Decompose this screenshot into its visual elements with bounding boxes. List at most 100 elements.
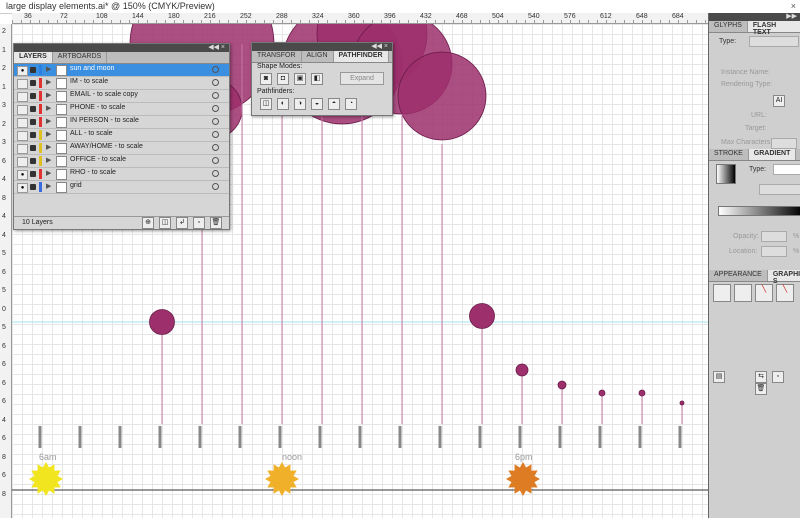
flash-text-panel[interactable]: GLYPHS FLASH TEXT Type: Instance Name: R… — [709, 21, 800, 157]
tab-gradient[interactable]: GRADIENT — [748, 149, 797, 160]
pathfinder-panel-titlebar[interactable]: ◀◀ × — [252, 43, 392, 51]
intersect-icon[interactable]: ▣ — [294, 73, 306, 85]
target-icon[interactable] — [212, 92, 219, 99]
tab-artboards[interactable]: ARTBOARDS — [53, 52, 108, 63]
tab-layers[interactable]: LAYERS — [14, 52, 53, 63]
tab-glyphs[interactable]: GLYPHS — [709, 21, 748, 32]
tab-appearance[interactable]: APPEARANCE — [709, 270, 768, 281]
panel-collapse-icon[interactable]: ◀◀ × — [371, 42, 388, 50]
visibility-toggle-icon[interactable] — [17, 118, 28, 128]
unite-icon[interactable]: ◙ — [260, 73, 272, 85]
tab-transform[interactable]: TRANSFOR — [252, 51, 302, 62]
hour-tick[interactable] — [358, 426, 362, 448]
close-tab-button[interactable]: × — [791, 1, 796, 11]
graphic-style-3[interactable]: ╲ — [755, 284, 773, 302]
visibility-toggle-icon[interactable] — [17, 92, 28, 102]
visibility-toggle-icon[interactable]: ● — [17, 66, 28, 76]
activity-circle[interactable] — [679, 400, 685, 406]
minus-front-icon[interactable]: ◘ — [277, 73, 289, 85]
activity-circle[interactable] — [557, 380, 567, 390]
horizontal-ruler[interactable]: 36 72 108 144 180 216 252 288 324 360 396 432 468 504… — [12, 13, 720, 24]
layer-row[interactable]: ▶ OFFICE - to scale — [14, 155, 229, 168]
crop-icon[interactable]: ◒ — [311, 98, 323, 110]
hour-tick[interactable] — [118, 426, 122, 448]
expand-arrow-icon[interactable]: ▶ — [46, 78, 51, 86]
sun-icon[interactable] — [29, 462, 63, 496]
visibility-toggle-icon[interactable] — [17, 105, 28, 115]
hour-tick[interactable] — [518, 426, 522, 448]
trash-icon[interactable]: 🗑 — [210, 217, 222, 229]
hour-tick[interactable] — [558, 426, 562, 448]
hour-tick[interactable] — [398, 426, 402, 448]
panel-collapse-icon[interactable]: ◀◀ × — [208, 43, 225, 51]
lock-icon[interactable] — [30, 158, 36, 164]
expand-arrow-icon[interactable]: ▶ — [46, 104, 51, 112]
activity-circle[interactable] — [638, 389, 646, 397]
layer-row[interactable]: ● ▶ RHO - to scale — [14, 168, 229, 181]
visibility-toggle-icon[interactable] — [17, 157, 28, 167]
hour-tick[interactable] — [38, 426, 42, 448]
layer-row[interactable]: ▶ ALL - to scale — [14, 129, 229, 142]
outline-icon[interactable]: ◓ — [328, 98, 340, 110]
expand-button[interactable]: Expand — [340, 72, 384, 85]
sun-icon[interactable] — [265, 462, 299, 496]
expand-arrow-icon[interactable]: ▶ — [46, 143, 51, 151]
lock-icon[interactable] — [30, 171, 36, 177]
lock-icon[interactable] — [30, 106, 36, 112]
visibility-toggle-icon[interactable]: ● — [17, 170, 28, 180]
expand-arrow-icon[interactable]: ▶ — [46, 169, 51, 177]
target-icon[interactable] — [212, 170, 219, 177]
target-icon[interactable] — [212, 105, 219, 112]
gradient-panel[interactable]: STROKE GRADIENT TR Type: Opacity: % Loca… — [709, 149, 800, 270]
document-tab[interactable]: large display elements.ai* @ 150% (CMYK/… — [0, 0, 800, 14]
type-select[interactable] — [749, 36, 799, 47]
dock-collapse-icon[interactable]: ▶▶ — [786, 12, 797, 20]
tab-transparency[interactable]: TR — [796, 149, 800, 160]
lock-icon[interactable] — [30, 80, 36, 86]
visibility-toggle-icon[interactable] — [17, 79, 28, 89]
hour-tick[interactable] — [278, 426, 282, 448]
make-clipping-mask-icon[interactable]: ◫ — [159, 217, 171, 229]
layer-row[interactable]: ● ▶ grid — [14, 181, 229, 194]
lock-icon[interactable] — [30, 93, 36, 99]
layer-row[interactable]: ▶ IN PERSON - to scale — [14, 116, 229, 129]
expand-arrow-icon[interactable]: ▶ — [46, 182, 51, 190]
vertical-ruler[interactable]: 2 1 2 1 3 2 3 6 4 8 4 4 5 6 5 0 5 6 6 6 6 4 6 8 6 8 — [0, 24, 12, 518]
target-icon[interactable] — [212, 144, 219, 151]
exclude-icon[interactable]: ◧ — [311, 73, 323, 85]
lock-icon[interactable] — [30, 119, 36, 125]
max-characters-field[interactable] — [771, 138, 797, 149]
layer-row[interactable]: ▶ EMAIL - to scale copy — [14, 90, 229, 103]
right-panel-dock[interactable]: ▶▶ GLYPHS FLASH TEXT Type: Instance Name… — [708, 13, 800, 518]
gradient-swatch[interactable] — [716, 164, 736, 184]
activity-circle[interactable] — [397, 51, 487, 141]
expand-arrow-icon[interactable]: ▶ — [46, 65, 51, 73]
tab-pathfinder[interactable]: PATHFINDER — [333, 51, 389, 62]
tab-stroke[interactable]: STROKE — [709, 149, 749, 160]
minus-back-icon[interactable]: ◔ — [345, 98, 357, 110]
dock-titlebar[interactable]: ▶▶ — [709, 13, 800, 21]
expand-arrow-icon[interactable]: ▶ — [46, 91, 51, 99]
gradient-type-select[interactable] — [773, 164, 800, 175]
activity-circle[interactable] — [149, 309, 175, 335]
font-rendering-badge[interactable]: AI — [773, 95, 785, 107]
delete-style-icon[interactable]: 🗑 — [755, 383, 767, 395]
visibility-toggle-icon[interactable] — [17, 144, 28, 154]
merge-icon[interactable]: ◑ — [294, 98, 306, 110]
tab-graphic-styles[interactable]: GRAPHIC S — [767, 270, 800, 285]
appearance-panel[interactable]: APPEARANCE GRAPHIC S ╲╲ ▤ ⇆ ▫ 🗑 — [709, 270, 800, 518]
layer-list[interactable]: ● ▶ sun and moon ▶ IM - to scale ▶ EMAIL - to … — [14, 64, 229, 194]
gradient-angle-field[interactable] — [759, 184, 800, 195]
graphic-style-2[interactable] — [734, 284, 752, 302]
lock-icon[interactable] — [30, 145, 36, 151]
location-field[interactable] — [761, 246, 787, 257]
hour-tick[interactable] — [598, 426, 602, 448]
tab-flash-text[interactable]: FLASH TEXT — [747, 21, 800, 36]
activity-circle[interactable] — [515, 363, 529, 377]
new-graphic-style-icon[interactable]: ▫ — [772, 371, 784, 383]
target-icon[interactable] — [212, 66, 219, 73]
layer-row[interactable]: ▶ PHONE - to scale — [14, 103, 229, 116]
activity-circle[interactable] — [598, 389, 606, 397]
hour-tick[interactable] — [238, 426, 242, 448]
layer-row[interactable]: ● ▶ sun and moon — [14, 64, 229, 77]
